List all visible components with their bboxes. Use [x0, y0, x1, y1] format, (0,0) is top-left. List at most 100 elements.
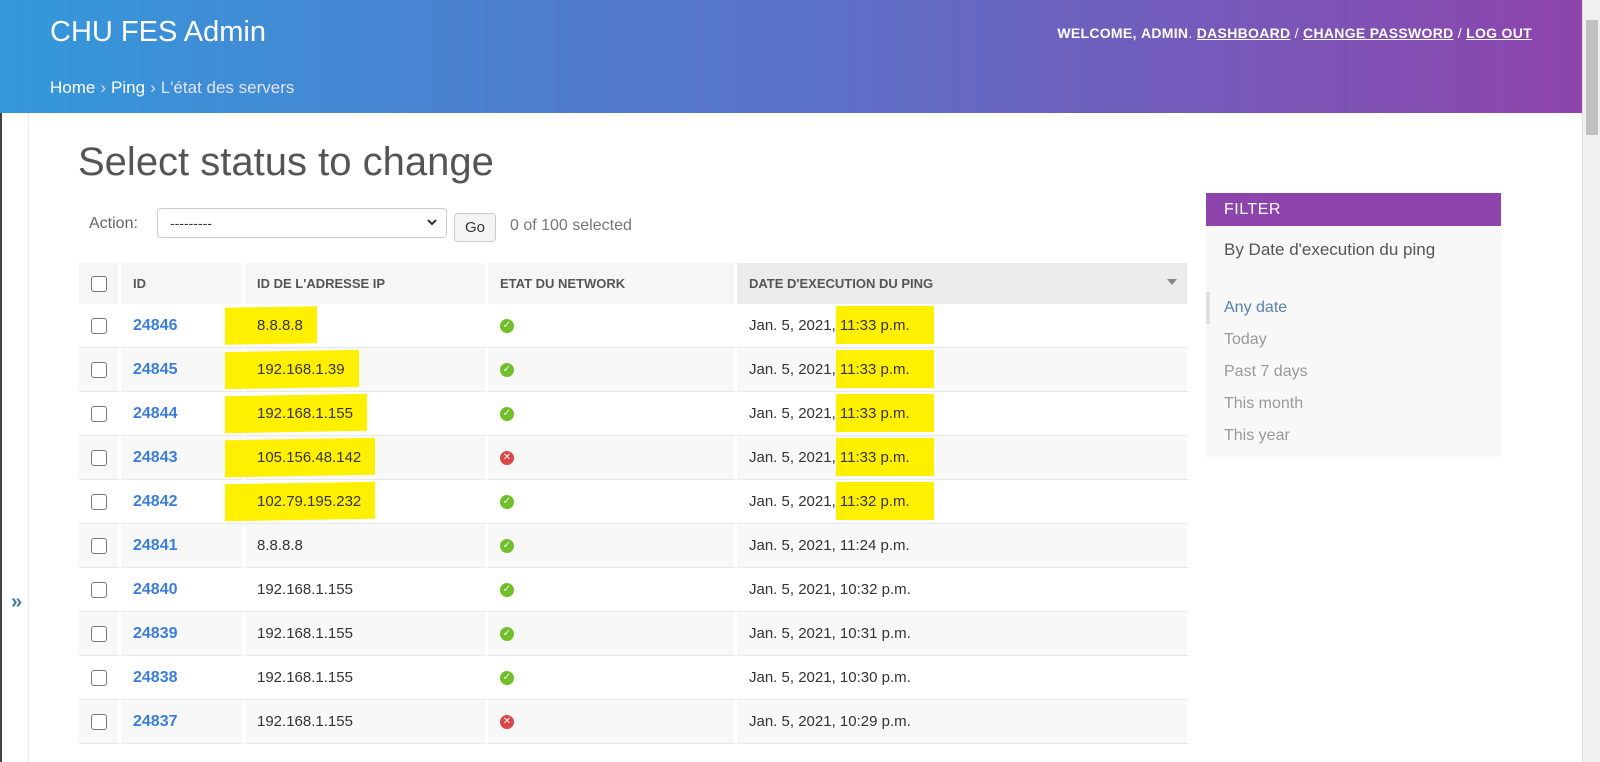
row-id-link[interactable]: 24845: [133, 361, 178, 378]
go-button[interactable]: Go: [454, 213, 496, 242]
filter-option-any-date[interactable]: Any date: [1206, 292, 1501, 324]
time-highlight: 11:33 p.m.: [835, 394, 934, 432]
table-row: 24840 192.168.1.155 ✓ Jan. 5, 2021, 10:32 p…: [79, 568, 1190, 612]
column-header-network-state[interactable]: ETAT DU NETWORK: [488, 263, 737, 304]
select-all-header: [79, 263, 121, 304]
check-circle-icon: ✓: [500, 583, 514, 598]
filter-title: FILTER: [1206, 193, 1501, 226]
filter-option-this-year[interactable]: This year: [1206, 420, 1501, 452]
row-id-link[interactable]: 24841: [133, 537, 178, 554]
row-checkbox[interactable]: [91, 318, 107, 335]
check-circle-icon: ✓: [500, 627, 514, 642]
row-select-cell: [79, 392, 121, 436]
welcome-text: WELCOME,: [1057, 25, 1137, 41]
breadcrumb-home[interactable]: Home: [50, 78, 95, 97]
row-select-cell: [79, 304, 121, 348]
row-checkbox[interactable]: [91, 538, 107, 555]
action-label: Action:: [89, 215, 138, 232]
filter-option-this-month[interactable]: This month: [1206, 388, 1501, 420]
ip-cell: 102.79.195.232: [245, 480, 488, 524]
breadcrumb-ping[interactable]: Ping: [111, 78, 145, 97]
row-id-link[interactable]: 24844: [133, 405, 178, 422]
filter-option-past-7-days[interactable]: Past 7 days: [1206, 356, 1501, 388]
row-id-link[interactable]: 24842: [133, 493, 178, 510]
ip-highlight: 192.168.1.155: [257, 405, 353, 422]
dashboard-link[interactable]: DASHBOARD: [1197, 25, 1291, 41]
ip-text: 192.168.1.155: [257, 405, 353, 422]
nav-sidebar-collapsed: »: [0, 113, 29, 762]
breadcrumb-current: L'état des servers: [160, 78, 295, 97]
action-select-value: ---------: [170, 215, 212, 231]
row-checkbox[interactable]: [91, 450, 107, 467]
select-all-checkbox[interactable]: [91, 275, 107, 292]
row-id-link[interactable]: 24838: [133, 669, 178, 686]
row-checkbox[interactable]: [91, 714, 107, 731]
filter-option-today[interactable]: Today: [1206, 324, 1501, 356]
time-highlight: 11:33 p.m.: [835, 350, 934, 388]
ping-date-text: Jan. 5, 2021,: [749, 625, 836, 642]
ping-date-text: Jan. 5, 2021,: [749, 449, 836, 466]
row-checkbox[interactable]: [91, 406, 107, 423]
column-header-ping-date-label: DATE D'EXECUTION DU PING: [749, 276, 934, 291]
ping-time-text: 11:32 p.m.: [839, 493, 910, 510]
row-id-link[interactable]: 24843: [133, 449, 178, 466]
ip-highlight: 8.8.8.8: [257, 317, 303, 334]
id-cell: 24841: [121, 524, 245, 568]
time-highlight: 11:33 p.m.: [835, 438, 934, 476]
row-checkbox[interactable]: [91, 362, 107, 379]
check-circle-icon: ✓: [500, 407, 514, 422]
ip-cell: 8.8.8.8: [245, 524, 488, 568]
table-row: 24846 8.8.8.8 ✓ Jan. 5, 2021, 11:33 p.m.: [79, 304, 1190, 348]
logout-link[interactable]: LOG OUT: [1466, 25, 1532, 41]
sort-descending-icon[interactable]: [1167, 279, 1177, 285]
column-header-id[interactable]: ID: [121, 263, 245, 304]
sidebar-toggle-icon[interactable]: »: [11, 591, 22, 614]
column-header-ip[interactable]: ID DE L'ADRESSE IP: [245, 263, 488, 304]
breadcrumb-separator: ›: [150, 78, 156, 97]
row-id-link[interactable]: 24840: [133, 581, 178, 598]
ping-date-text: Jan. 5, 2021,: [749, 361, 836, 378]
chevron-down-icon: [426, 209, 438, 247]
ping-date-cell: Jan. 5, 2021, 11:33 p.m.: [737, 436, 1190, 480]
row-select-cell: [79, 656, 121, 700]
row-checkbox[interactable]: [91, 670, 107, 687]
ping-date-text: Jan. 5, 2021,: [749, 537, 836, 554]
table-body: 24846 8.8.8.8 ✓ Jan. 5, 2021, 11:33 p.m. 248…: [79, 304, 1190, 744]
welcome-dot: .: [1188, 25, 1193, 41]
ip-cell: 192.168.1.155: [245, 656, 488, 700]
network-state-cell: ✓: [488, 656, 737, 700]
row-id-link[interactable]: 24846: [133, 317, 178, 334]
row-id-link[interactable]: 24837: [133, 713, 178, 730]
change-password-link[interactable]: CHANGE PASSWORD: [1303, 25, 1453, 41]
ping-date-text: Jan. 5, 2021,: [749, 713, 836, 730]
table-row: 24837 192.168.1.155 ✕ Jan. 5, 2021, 10:29 p…: [79, 700, 1190, 744]
ping-time-text: 10:30 p.m.: [839, 669, 911, 686]
user-tools: WELCOME, ADMIN. DASHBOARD / CHANGE PASSW…: [1057, 25, 1532, 41]
id-cell: 24837: [121, 700, 245, 744]
ping-time-text: 10:29 p.m.: [839, 713, 911, 730]
row-checkbox[interactable]: [91, 626, 107, 643]
ping-date-text: Jan. 5, 2021,: [749, 317, 836, 334]
ip-cell: 105.156.48.142: [245, 436, 488, 480]
row-id-link[interactable]: 24839: [133, 625, 178, 642]
column-header-ping-date[interactable]: DATE D'EXECUTION DU PING: [737, 263, 1190, 304]
check-circle-icon: ✓: [500, 539, 514, 554]
filter-heading: By Date d'execution du ping: [1224, 240, 1436, 259]
time-highlight: 11:32 p.m.: [835, 482, 934, 520]
ping-date-text: Jan. 5, 2021,: [749, 581, 836, 598]
row-select-cell: [79, 612, 121, 656]
vertical-scrollbar[interactable]: [1582, 0, 1600, 762]
network-state-cell: ✕: [488, 436, 737, 480]
ping-date-cell: Jan. 5, 2021, 10:29 p.m.: [737, 700, 1190, 744]
row-checkbox[interactable]: [91, 582, 107, 599]
ip-cell: 192.168.1.155: [245, 568, 488, 612]
scrollbar-thumb[interactable]: [1586, 20, 1598, 135]
ping-time-text: 11:33 p.m.: [839, 317, 910, 334]
row-select-cell: [79, 568, 121, 612]
site-brand[interactable]: CHU FES Admin: [50, 16, 266, 49]
ping-time-text: 11:33 p.m.: [839, 361, 910, 378]
action-select[interactable]: ---------: [157, 208, 447, 238]
filter-options: Any date Today Past 7 days This month This y…: [1206, 292, 1501, 452]
id-cell: 24840: [121, 568, 245, 612]
row-checkbox[interactable]: [91, 494, 107, 511]
